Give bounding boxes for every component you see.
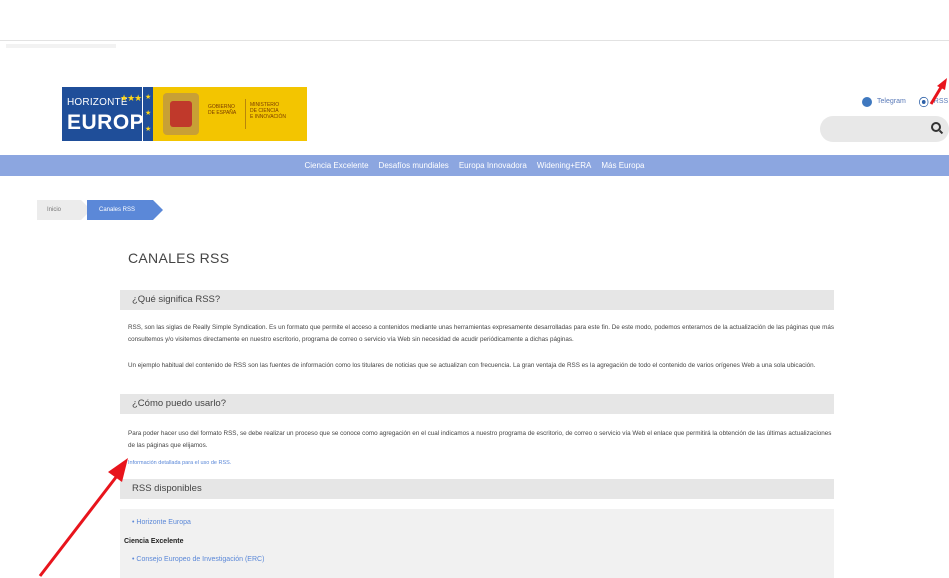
gov-left-text: GOBIERNO DE ESPAÑA <box>208 104 237 116</box>
top-faint-bar <box>6 44 116 48</box>
breadcrumb-current: Canales RSS <box>87 200 153 220</box>
paragraph-how-to-use: Para poder hacer uso del formato RSS, se… <box>128 430 832 449</box>
breadcrumb-home[interactable]: Inicio <box>37 200 81 220</box>
search-icon[interactable] <box>931 122 941 132</box>
logo-separator <box>245 99 246 129</box>
telegram-link[interactable]: Telegram <box>877 98 906 105</box>
nav-widening-era[interactable]: Widening+ERA <box>536 161 592 170</box>
coat-of-arms-icon <box>163 93 199 135</box>
feed-link-horizonte-europa[interactable]: Horizonte Europa <box>136 519 190 526</box>
annotation-arrow-top-right <box>929 78 947 105</box>
section-header-what-is-rss: ¿Qué significa RSS? <box>120 290 834 310</box>
logo-line1: HORIZONTE <box>67 97 128 108</box>
nav-europa-innovadora[interactable]: Europa Innovadora <box>458 161 528 170</box>
info-link[interactable]: Información detallada para el uso de RSS… <box>128 460 231 466</box>
nav-ciencia-excelente[interactable]: Ciencia Excelente <box>304 161 370 170</box>
breadcrumb-current-arrow <box>153 200 163 220</box>
list-item[interactable]: • Consejo Europeo de Investigación (ERC) <box>132 556 264 563</box>
annotation-arrow-bottom <box>38 458 128 577</box>
search-input[interactable] <box>820 116 949 142</box>
paragraph-rss-definition: RSS, son las siglas de Really Simple Syn… <box>128 324 834 343</box>
main-navigation: Ciencia Excelente Desafíos mundiales Eur… <box>0 155 949 176</box>
section-header-rss-available: RSS disponibles <box>120 479 834 499</box>
telegram-icon[interactable] <box>862 96 872 107</box>
paragraph-rss-example: Un ejemplo habitual del contenido de RSS… <box>128 362 816 369</box>
page-title: CANALES RSS <box>128 250 230 266</box>
eu-flag-icon: ★ ★ ★ <box>143 87 153 141</box>
gobierno-espana-logo[interactable]: GOBIERNO DE ESPAÑA MINISTERIO DE CIENCIA… <box>153 87 307 141</box>
horizonte-europa-logo[interactable]: HORIZONTE ★★★ EUROPA <box>62 87 158 141</box>
top-divider <box>0 40 949 41</box>
feed-link-erc[interactable]: Consejo Europeo de Investigación (ERC) <box>136 556 264 563</box>
eu-stars-icon: ★★★ <box>120 93 142 103</box>
gov-right-text: MINISTERIO DE CIENCIA E INNOVACIÓN <box>250 102 287 120</box>
rss-feed-list: • Horizonte Europa Ciencia Excelente • C… <box>120 509 834 578</box>
nav-mas-europa[interactable]: Más Europa <box>600 161 645 170</box>
nav-desafios-mundiales[interactable]: Desafíos mundiales <box>378 161 450 170</box>
list-item[interactable]: • Horizonte Europa <box>132 519 191 526</box>
section-header-how-to-use: ¿Cómo puedo usarlo? <box>120 394 834 414</box>
